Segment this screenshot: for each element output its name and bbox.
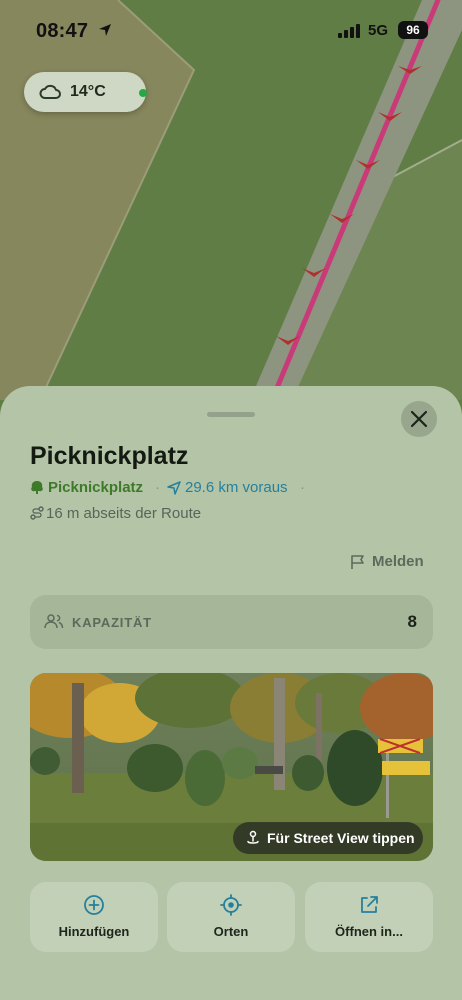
locate-label: Orten [213,924,249,939]
close-icon [410,410,428,428]
sheet-drag-handle[interactable] [207,412,255,417]
cloud-icon [39,84,61,99]
capacity-label: KAPAZITÄT [72,615,152,630]
clock: 08:47 [36,20,89,42]
capacity-row: KAPAZITÄT 8 [30,595,433,649]
separator-dot: · [300,479,305,496]
distance-ahead: 29.6 km voraus [185,479,288,496]
poi-photo[interactable]: Für Street View tippen [30,673,433,861]
poi-detail-sheet: Picknickplatz Picknickplatz · 29.6 km vo… [0,386,462,1000]
add-button[interactable]: Hinzufügen [30,882,158,952]
open-in-button[interactable]: Öffnen in... [305,882,433,952]
people-icon [44,614,64,629]
street-view-icon [247,830,259,844]
add-label: Hinzufügen [58,924,130,939]
locate-button[interactable]: Orten [167,882,295,952]
street-view-button[interactable]: Für Street View tippen [233,822,423,854]
navigation-arrow-icon [167,481,181,495]
status-dot [139,89,147,97]
capacity-value: 8 [407,612,417,631]
tree-icon [31,481,43,494]
separator-dot: · [155,479,160,496]
signal-icon [338,24,360,38]
network-type: 5G [368,22,389,39]
flag-icon [351,555,364,569]
battery-indicator: 96 [398,21,428,39]
status-bar: 08:47 5G 96 [0,0,462,60]
location-arrow-icon [99,24,111,36]
temperature: 14°C [70,83,106,100]
locate-icon [220,894,242,916]
street-view-label: Für Street View tippen [267,830,415,846]
poi-category: Picknickplatz [48,479,144,496]
add-circle-icon [84,895,104,915]
open-in-label: Öffnen in... [335,924,403,939]
close-button[interactable] [401,401,437,437]
external-link-icon [361,896,378,913]
poi-title: Picknickplatz [30,442,189,470]
report-label: Melden [372,553,424,570]
off-route-distance: 16 m abseits der Route [46,505,202,522]
weather-pill[interactable]: 14°C [24,72,147,112]
route-offset-icon [30,506,44,520]
